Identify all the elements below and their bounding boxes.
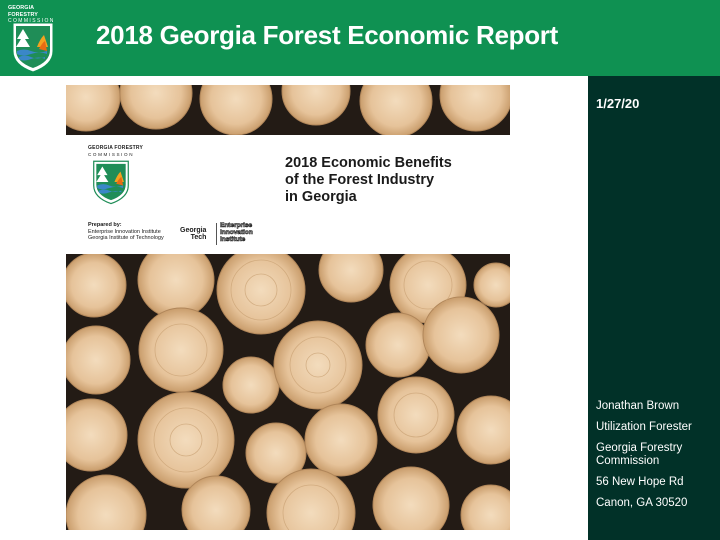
cover-heading-line2: of the Forest Industry [285, 172, 435, 188]
cover-logo-text-line1: GEORGIA FORESTRY [88, 145, 144, 151]
georgia-tech-logo-line1: Georgia [180, 227, 207, 234]
header-bar: GEORGIA FORESTRY COMMISSION 2018 Georgia… [0, 0, 720, 76]
cover-heading-line1: 2018 Economic Benefits [285, 155, 452, 171]
prepared-by-line2: Georgia Institute of Technology [88, 235, 164, 242]
contact-city: Canon, GA 30520 [596, 497, 688, 509]
prepared-by-line1: Enterprise Innovation Institute [88, 228, 161, 235]
contact-block: Jonathan Brown Utilization Forester Geor… [596, 400, 716, 518]
georgia-tech-logo: Georgia Tech [180, 227, 206, 241]
cover-logo-text-line2: COMMISSION [88, 152, 135, 157]
page-title: 2018 Georgia Forest Economic Report [96, 20, 558, 50]
logo-text-line1: GEORGIA FORESTRY [8, 5, 38, 18]
contact-name: Jonathan Brown [596, 400, 680, 412]
cover-title-band: GEORGIA FORESTRY COMMISSION 2018 Economi… [66, 135, 510, 254]
prepared-by-label: Prepared by: [88, 222, 122, 228]
report-cover-image: GEORGIA FORESTRY COMMISSION 2018 Economi… [66, 85, 510, 530]
logo-divider [216, 223, 217, 245]
contact-organization: Georgia Forestry Commission [596, 442, 683, 467]
georgia-tech-logo-line2: Tech [190, 234, 207, 241]
shield-logo-icon [12, 22, 54, 73]
cover-shield-logo-icon [93, 160, 129, 205]
contact-street: 56 New Hope Rd [596, 476, 684, 488]
prepared-by-block: Prepared by: Enterprise Innovation Insti… [88, 222, 164, 242]
cover-heading: 2018 Economic Benefits of the Forest Ind… [285, 155, 495, 206]
georgia-forestry-commission-logo: GEORGIA FORESTRY COMMISSION [8, 5, 62, 73]
cover-heading-line3: in Georgia [285, 189, 357, 205]
presentation-date: 1/27/20 [596, 96, 640, 111]
contact-title: Utilization Forester [596, 421, 692, 433]
eii-logo-line3: Institute [220, 235, 246, 243]
enterprise-innovation-institute-logo: Enterprise Innovation Institute [220, 222, 253, 243]
